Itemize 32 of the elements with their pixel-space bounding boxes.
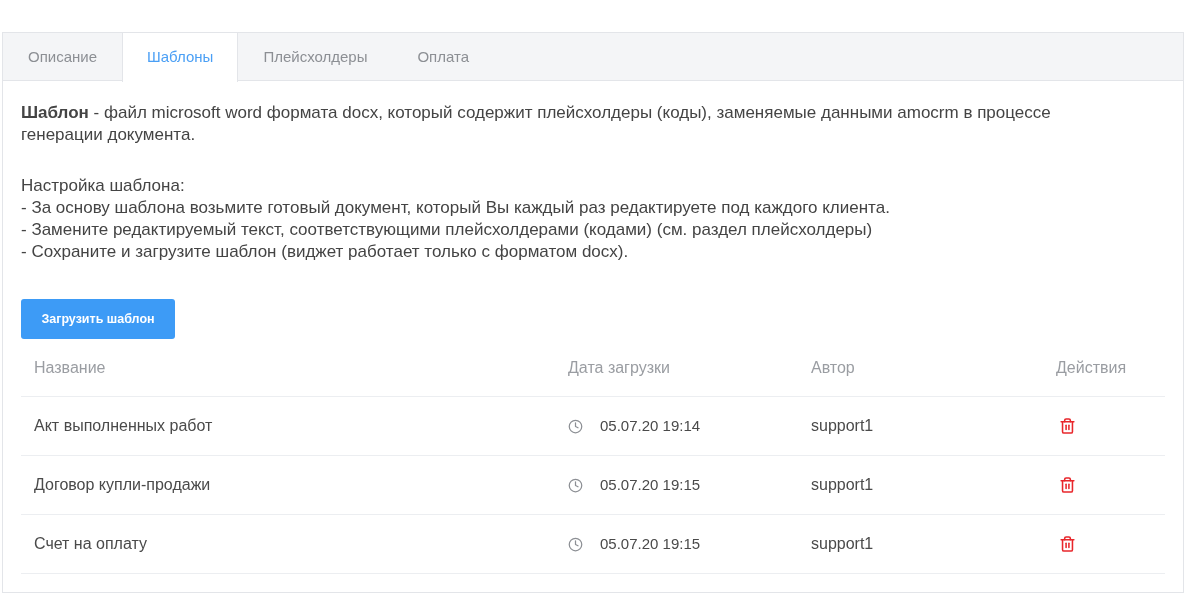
upload-date-text: 05.07.20 19:14 — [600, 415, 701, 436]
instruction-line: - Замените редактируемый текст, соответствующими плейсхолдерами (кодами) (см. раздел плейсхолдеры) — [21, 219, 873, 241]
column-header: Действия — [1056, 357, 1127, 378]
clock-icon — [568, 536, 583, 552]
trash-icon — [1059, 535, 1076, 553]
table-cell-text: Договор купли-продажи — [34, 475, 211, 495]
upload-template-button[interactable]: Загрузить шаблон — [21, 299, 175, 339]
tab[interactable]: Описание — [3, 33, 123, 81]
tab[interactable]: Оплата — [392, 33, 495, 81]
trash-icon — [1059, 476, 1076, 494]
table-cell-text: support1 — [811, 534, 874, 554]
upload-date-text: 05.07.20 19:15 — [600, 533, 701, 554]
clock-icon — [568, 418, 583, 434]
column-header: Название — [34, 357, 106, 378]
column-header: Дата загрузки — [568, 357, 670, 378]
table-cell-text: support1 — [811, 475, 874, 495]
delete-button[interactable] — [1059, 417, 1076, 435]
description-text: Шаблон - файл microsoft word формата docx, который содержит плейсхолдеры (коды), заменяемые данными amocrm в процессе генерации документа. — [21, 102, 1052, 146]
column-header: Автор — [811, 357, 855, 378]
delete-button[interactable] — [1059, 535, 1076, 553]
tab[interactable]: Плейсхолдеры — [238, 33, 393, 81]
table-cell-text: support1 — [811, 416, 874, 436]
delete-button[interactable] — [1059, 476, 1076, 494]
trash-icon — [1059, 417, 1076, 435]
upload-date-text: 05.07.20 19:15 — [600, 474, 701, 495]
setup-heading: Настройка шаблона: — [21, 175, 185, 197]
table-cell-text: Счет на оплату — [34, 534, 147, 554]
table-cell-text: Акт выполненных работ — [34, 416, 213, 436]
instruction-line: - За основу шаблона возьмите готовый документ, который Вы каждый раз редактируете под каждого клиента. — [21, 197, 890, 219]
instruction-line: - Сохраните и загрузите шаблон (виджет работает только с форматом docx). — [21, 241, 629, 263]
clock-icon — [568, 477, 583, 493]
tab[interactable]: Шаблоны — [122, 33, 239, 82]
